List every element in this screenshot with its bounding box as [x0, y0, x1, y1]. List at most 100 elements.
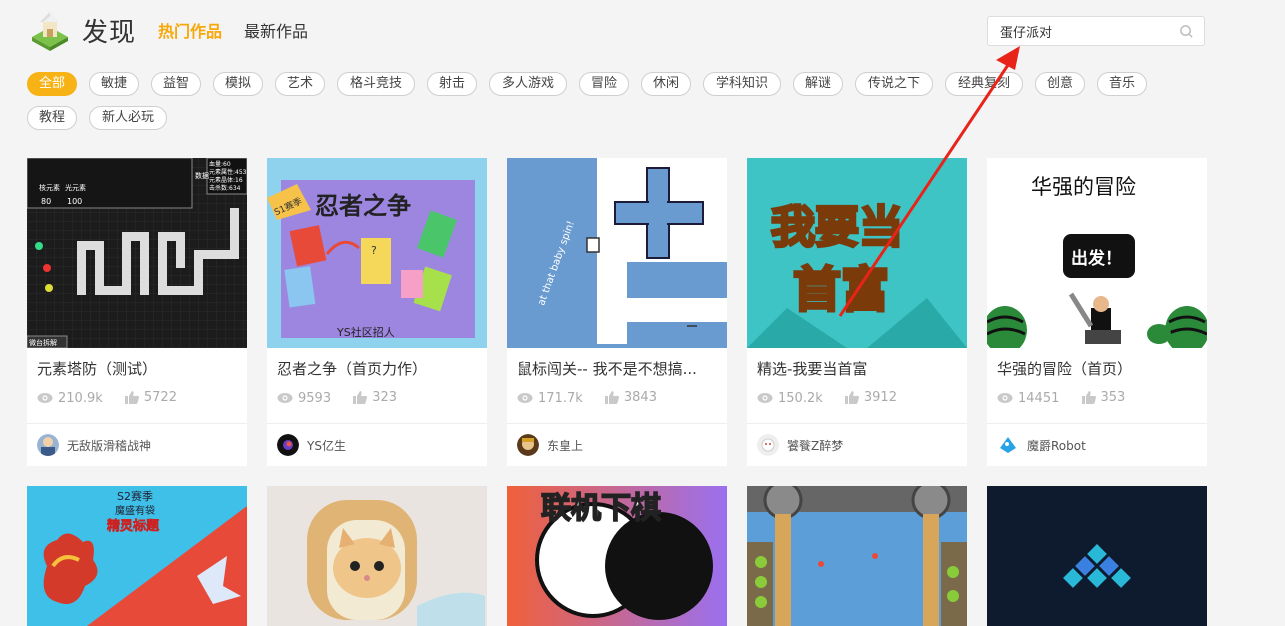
- card-thumbnail: 血量:60 元素属性:453 元素晶体:16 击杀数:634 数据 核元素 光元…: [27, 158, 247, 348]
- card-stats: 210.9k 5722: [37, 390, 195, 410]
- thumbs-up-icon: [1081, 391, 1096, 404]
- work-card[interactable]: [267, 486, 487, 626]
- likes-count: 3912: [863, 390, 897, 405]
- likes-count: 3843: [623, 390, 657, 405]
- views-count: 14451: [1018, 390, 1060, 406]
- card-author[interactable]: YS亿生: [277, 434, 346, 456]
- avatar[interactable]: [757, 434, 779, 456]
- author-name[interactable]: 魔爵Robot: [1027, 437, 1086, 454]
- views-count: 9593: [298, 390, 332, 406]
- thumb-text: S2赛季: [117, 489, 153, 503]
- eye-icon: [517, 393, 533, 403]
- hud-text: 光元素: [65, 183, 86, 192]
- card-stats: 14451 353: [997, 390, 1143, 410]
- work-card[interactable]: [747, 486, 967, 626]
- card-title[interactable]: 华强的冒险（首页）: [997, 358, 1197, 379]
- hud-text: 80: [41, 197, 51, 206]
- chip-casual[interactable]: 休闲: [641, 72, 691, 96]
- card-title[interactable]: 忍者之争（首页力作）: [277, 358, 477, 379]
- author-name[interactable]: 饕餮Z醉梦: [787, 437, 843, 454]
- hud-text: 元素属性:453: [209, 168, 247, 176]
- hud-text: 击杀数:634: [209, 184, 241, 192]
- author-name[interactable]: 东皇上: [547, 437, 583, 454]
- thumbs-up-icon: [124, 391, 139, 404]
- chip-adventure[interactable]: 冒险: [579, 72, 629, 96]
- work-card[interactable]: S2赛季 魔盛有袋 精灵标题: [27, 486, 247, 626]
- author-name[interactable]: 无敌版滑稽战神: [67, 437, 151, 454]
- work-card[interactable]: 华强的冒险 出发！ 华强的冒险（首页） 14451 353 魔爵Robot: [987, 158, 1207, 466]
- views-count: 150.2k: [778, 390, 823, 406]
- chip-riddle[interactable]: 解谜: [793, 72, 843, 96]
- chip-simulation[interactable]: 模拟: [213, 72, 263, 96]
- card-author[interactable]: 魔爵Robot: [997, 434, 1086, 456]
- card-thumbnail: 华强的冒险 出发！: [987, 158, 1207, 348]
- chip-creative[interactable]: 创意: [1035, 72, 1085, 96]
- hud-text: 血量:60: [209, 160, 231, 168]
- card-thumbnail: S1赛季 忍者之争 ? YS社区招人: [267, 158, 487, 348]
- logo-icon: [32, 12, 68, 51]
- card-author[interactable]: 无敌版滑稽战神: [37, 434, 151, 456]
- likes-count: 353: [1100, 390, 1126, 405]
- chip-agile[interactable]: 敏捷: [89, 72, 139, 96]
- card-divider: [27, 423, 247, 424]
- search-icon[interactable]: [1179, 24, 1194, 39]
- card-title[interactable]: 鼠标闯关-- 我不是不想搞...: [517, 358, 717, 379]
- work-card[interactable]: 我要当 首富 精选-我要当首富 150.2k 3912 饕餮Z醉梦: [747, 158, 967, 466]
- likes-count: 323: [372, 390, 398, 405]
- chip-tutorial[interactable]: 教程: [27, 106, 77, 130]
- thumb-title: 忍者之争: [315, 192, 411, 220]
- card-author[interactable]: 东皇上: [517, 434, 583, 456]
- chip-classic-remake[interactable]: 经典复刻: [945, 72, 1023, 96]
- chip-newbie[interactable]: 新人必玩: [89, 106, 167, 130]
- chip-knowledge[interactable]: 学科知识: [703, 72, 781, 96]
- avatar[interactable]: [997, 434, 1019, 456]
- chip-puzzle[interactable]: 益智: [151, 72, 201, 96]
- card-author[interactable]: 饕餮Z醉梦: [757, 434, 843, 456]
- avatar[interactable]: [277, 434, 299, 456]
- thumbs-up-icon: [353, 391, 368, 404]
- card-thumbnail: S2赛季 魔盛有袋 精灵标题: [27, 486, 247, 626]
- tab-hot[interactable]: 热门作品: [158, 18, 222, 42]
- card-title[interactable]: 精选-我要当首富: [757, 358, 957, 379]
- likes-count: 5722: [143, 390, 177, 405]
- work-card[interactable]: at that baby spin! 鼠标闯关-- 我不是不想搞... 171.…: [507, 158, 727, 466]
- card-title[interactable]: 元素塔防（测试）: [37, 358, 237, 379]
- chip-shooting[interactable]: 射击: [427, 72, 477, 96]
- card-divider: [507, 423, 727, 424]
- work-card[interactable]: [987, 486, 1207, 626]
- chip-fighting[interactable]: 格斗竞技: [337, 72, 415, 96]
- eye-icon: [757, 393, 773, 403]
- card-thumbnail: at that baby spin!: [507, 158, 727, 348]
- avatar[interactable]: [517, 434, 539, 456]
- card-thumbnail: 我要当 首富: [747, 158, 967, 348]
- card-thumbnail: [747, 486, 967, 626]
- avatar[interactable]: [37, 434, 59, 456]
- search-box[interactable]: [987, 16, 1205, 46]
- card-stats: 150.2k 3912: [757, 390, 915, 410]
- card-thumbnail: 联机下棋: [507, 486, 727, 626]
- search-input[interactable]: [988, 17, 1192, 45]
- card-divider: [747, 423, 967, 424]
- views-count: 171.7k: [538, 390, 583, 406]
- chip-undertale[interactable]: 传说之下: [855, 72, 933, 96]
- thumb-title: 精灵标题: [107, 518, 160, 534]
- thumb-title: 华强的冒险: [1031, 175, 1136, 199]
- chip-music[interactable]: 音乐: [1097, 72, 1147, 96]
- views-count: 210.9k: [58, 390, 103, 406]
- thumb-text: YS社区招人: [336, 325, 395, 339]
- card-stats: 9593 323: [277, 390, 415, 410]
- tab-new[interactable]: 最新作品: [244, 18, 308, 42]
- chip-art[interactable]: 艺术: [275, 72, 325, 96]
- card-divider: [267, 423, 487, 424]
- page-title: 发现: [82, 18, 137, 48]
- author-name[interactable]: YS亿生: [307, 437, 346, 454]
- card-thumbnail: [987, 486, 1207, 626]
- work-card[interactable]: 血量:60 元素属性:453 元素晶体:16 击杀数:634 数据 核元素 光元…: [27, 158, 247, 466]
- work-card[interactable]: 联机下棋: [507, 486, 727, 626]
- work-card[interactable]: S1赛季 忍者之争 ? YS社区招人 忍者之争（首页力作） 9593 323 Y…: [267, 158, 487, 466]
- chip-all[interactable]: 全部: [27, 72, 77, 96]
- eye-icon: [37, 393, 53, 403]
- thumb-text: 出发！: [1071, 248, 1122, 269]
- thumb-text: ?: [371, 244, 377, 257]
- chip-multiplayer[interactable]: 多人游戏: [489, 72, 567, 96]
